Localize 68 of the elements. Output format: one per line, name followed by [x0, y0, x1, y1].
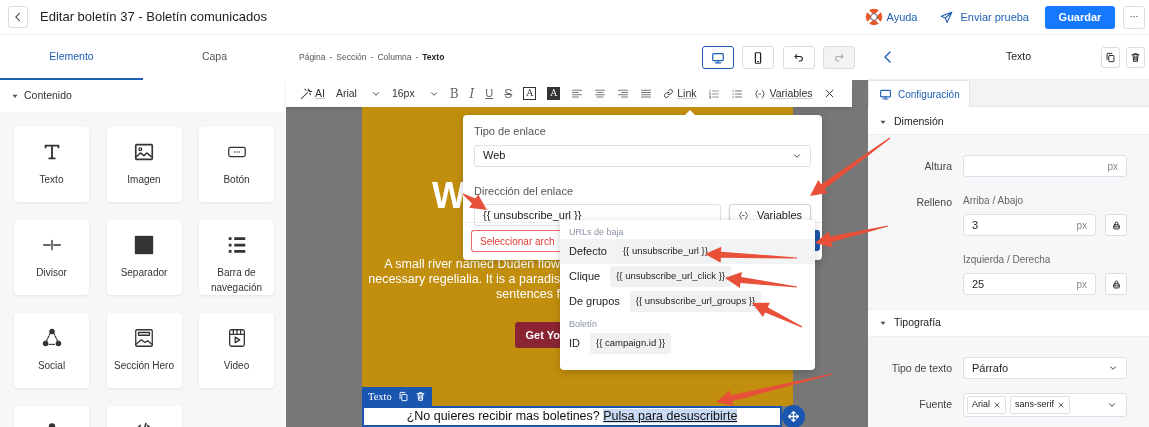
page-title: Editar boletín 37 - Boletín comunicados: [40, 8, 267, 27]
text-type-select[interactable]: Párrafo: [963, 357, 1127, 379]
font-select[interactable]: Arial sans-serif: [963, 393, 1127, 417]
block-tag: Texto: [362, 387, 432, 406]
link-button[interactable]: Link: [663, 87, 697, 100]
menu-group-header: Boletín: [568, 318, 599, 331]
link-type-select[interactable]: Web: [474, 144, 811, 167]
underline-button[interactable]: U: [485, 88, 494, 99]
block-tile[interactable]: Botón: [199, 127, 274, 202]
breadcrumb-item: Texto: [422, 51, 445, 64]
menu-item[interactable]: ID {{ campaign.id }}: [560, 331, 815, 356]
section-title: Contenido: [24, 88, 72, 104]
unsubscribe-text: ¿No quieres recibir mas boletines? Pulsa para desuscribirte: [406, 409, 738, 423]
padding-input[interactable]: 25 px: [963, 273, 1096, 295]
toolbar-dropdown[interactable]: Arial: [335, 88, 381, 99]
email-paragraph-line: sentences f: [496, 287, 560, 302]
help-link[interactable]: Ayuda: [864, 8, 918, 26]
variables-button[interactable]: Variables: [753, 87, 813, 100]
menu-group-header: URLs de baja: [568, 226, 625, 239]
field-caption: Izquierda / Derecha: [963, 253, 1051, 267]
field-label: Altura: [924, 159, 952, 174]
font-tag[interactable]: Arial: [967, 396, 1006, 414]
padding-input[interactable]: 3 px: [963, 214, 1096, 236]
ai-button[interactable]: AI: [300, 87, 325, 100]
breadcrumb-item[interactable]: Página: [299, 51, 326, 64]
section-title: Tipografía: [894, 315, 941, 331]
menu-item[interactable]: Clique {{ unsubscribe_url_click }}: [560, 264, 815, 289]
select-file-button[interactable]: Seleccionar arch: [471, 230, 560, 252]
email-cta-button[interactable]: Get Yo: [515, 322, 560, 348]
block-tile[interactable]: Imagen: [106, 127, 182, 202]
block-tile[interactable]: Social: [14, 313, 89, 388]
email-heading: W: [432, 177, 466, 215]
unsubscribe-link[interactable]: Pulsa para desuscribirte: [603, 409, 738, 423]
height-input[interactable]: px: [963, 155, 1127, 177]
field-caption: Arriba / Abajo: [963, 194, 1024, 208]
italic-button[interactable]: I: [469, 87, 475, 100]
toolbar-dropdown[interactable]: 16px: [391, 88, 439, 99]
breadcrumb-separator: -: [370, 51, 374, 64]
breadcrumb-separator: -: [415, 51, 419, 64]
menu-item[interactable]: Defecto {{ unsubscribe_url }}: [560, 239, 815, 264]
more-button[interactable]: ···: [1123, 5, 1145, 29]
email-paragraph-line: necessary regelialia. It is a paradis: [368, 272, 560, 287]
text-color-button[interactable]: A: [523, 87, 537, 100]
block-tile[interactable]: Divisor: [14, 220, 89, 295]
block-tile[interactable]: Texto: [14, 127, 89, 202]
breadcrumb-separator: -: [329, 51, 333, 64]
breadcrumb-item[interactable]: Sección: [336, 51, 367, 64]
highlight-button[interactable]: A: [547, 87, 561, 100]
field-label: Tipo de enlace: [474, 124, 546, 139]
field-label: Relleno: [916, 195, 952, 210]
field-label: Dirección del enlace: [474, 183, 574, 199]
field-label: Fuente: [919, 397, 952, 412]
save-button[interactable]: Guardar: [1045, 5, 1115, 29]
panel-title: Texto: [1004, 49, 1032, 65]
send-test-link[interactable]: Enviar prueba: [939, 8, 1029, 26]
font-tag[interactable]: sans-serif: [1010, 396, 1071, 414]
selected-text-block[interactable]: ¿No quieres recibir mas boletines? Pulsa para desuscribirte: [362, 406, 782, 427]
block-tile[interactable]: Barra de navegación: [199, 220, 274, 295]
block-tile[interactable]: Video: [199, 313, 274, 388]
section-title: Dimensión: [894, 114, 944, 130]
block-tile[interactable]: Sección Hero: [106, 313, 182, 388]
strikethrough-button[interactable]: S: [504, 87, 513, 100]
settings-tab[interactable]: Configuración: [868, 80, 970, 107]
breadcrumb-item[interactable]: Columna: [377, 51, 412, 64]
bold-button[interactable]: B: [449, 87, 459, 100]
field-label: Tipo de texto: [891, 361, 952, 376]
menu-item[interactable]: De grupos {{ unsubscribe_url_groups }}: [560, 289, 815, 314]
block-tile[interactable]: Separador: [106, 220, 182, 295]
